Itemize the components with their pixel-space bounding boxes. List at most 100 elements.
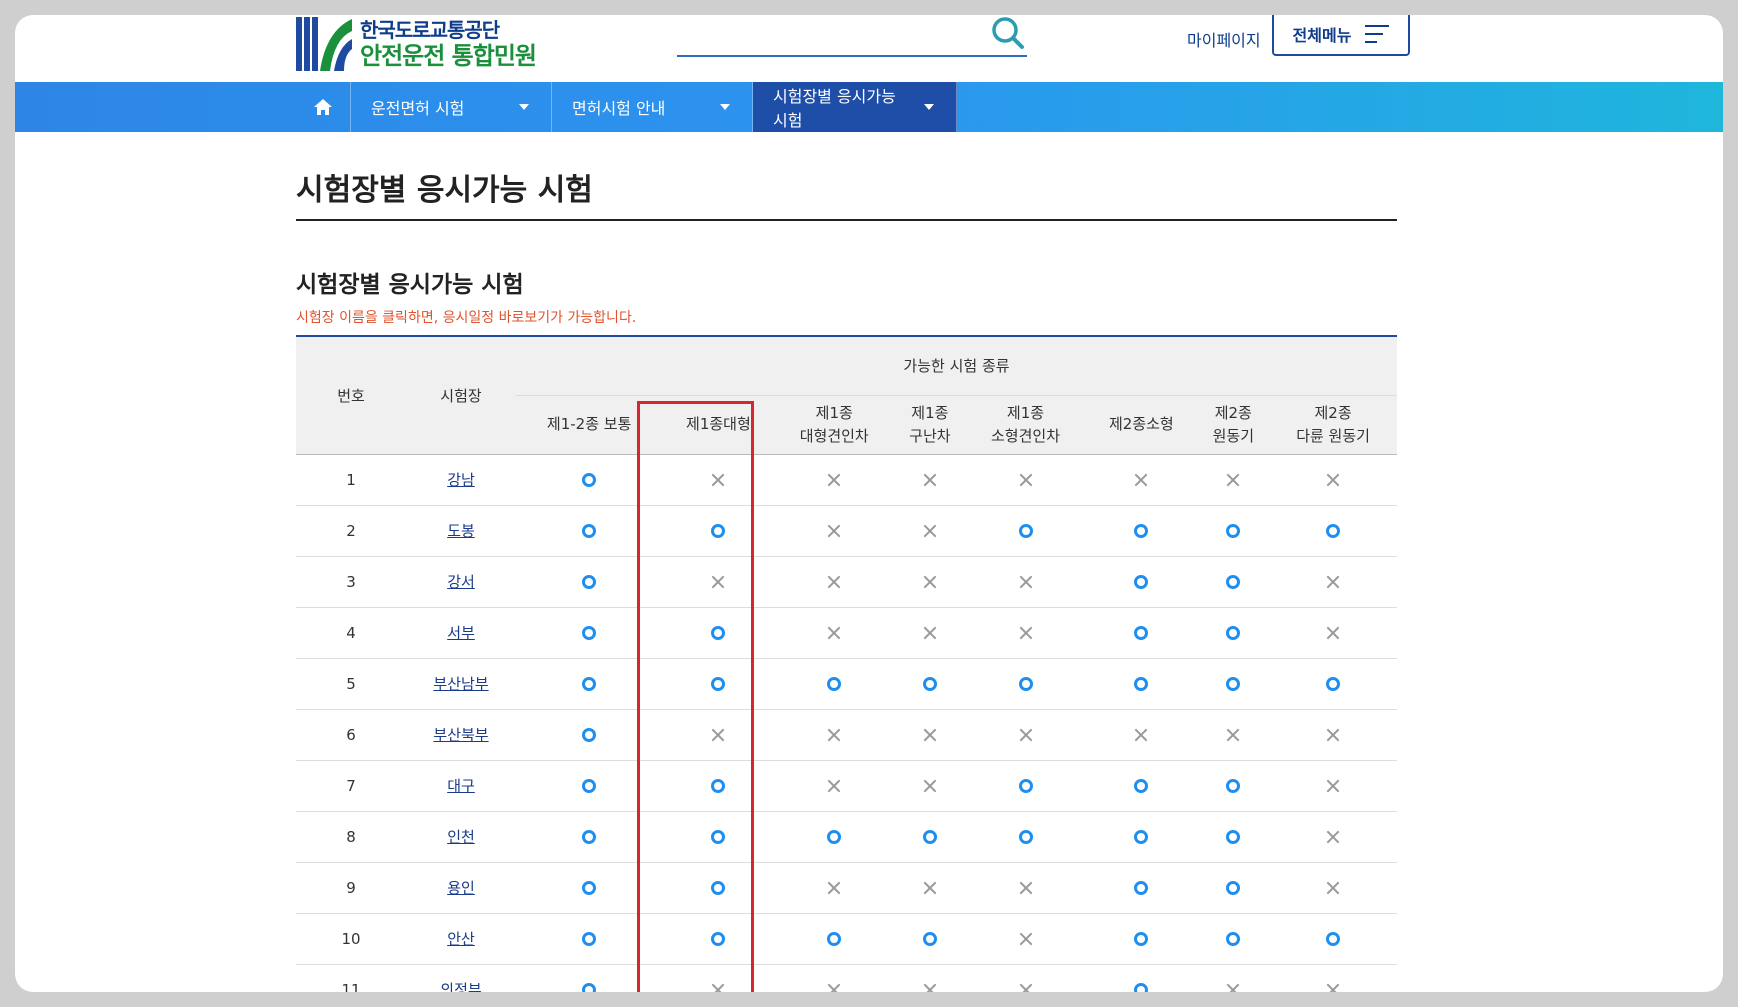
site-link[interactable]: 의정부 (440, 981, 481, 992)
nav-item-test-guide[interactable]: 면허시험 안내 (552, 82, 753, 132)
availability-cell (774, 862, 895, 914)
unavailable-x-icon (1019, 881, 1033, 895)
site-link[interactable]: 대구 (447, 777, 475, 795)
availability-cell (1269, 505, 1397, 557)
mypage-link[interactable]: 마이페이지 (1187, 27, 1261, 51)
site-link[interactable]: 인천 (447, 828, 475, 846)
site-cell: 인천 (406, 811, 516, 863)
site-cell: 부산북부 (406, 709, 516, 761)
unavailable-x-icon (1326, 830, 1340, 844)
availability-cell (516, 607, 663, 659)
available-circle-icon (1134, 983, 1149, 992)
site-link[interactable]: 도봉 (447, 522, 475, 540)
site-link[interactable]: 서부 (447, 624, 475, 642)
available-circle-icon (922, 677, 937, 691)
site-cell: 의정부 (406, 964, 516, 992)
unavailable-x-icon (711, 728, 725, 742)
nav-item-label: 면허시험 안내 (572, 99, 666, 118)
site-link[interactable]: 부산남부 (433, 675, 488, 693)
row-number: 3 (296, 556, 406, 608)
availability-cell (965, 709, 1086, 761)
available-circle-icon (582, 473, 597, 487)
main-nav: 운전면허 시험 면허시험 안내 시험장별 응시가능 시험 (15, 82, 1723, 132)
row-number: 4 (296, 607, 406, 659)
search-bar (677, 15, 1027, 57)
available-circle-icon (711, 524, 726, 538)
header-test-type: 제1종 대형견인차 (774, 394, 895, 454)
availability-cell (1269, 556, 1397, 608)
availability-cell (662, 811, 775, 863)
availability-cell (1269, 964, 1397, 992)
availability-cell (1197, 964, 1270, 992)
availability-cell (1197, 658, 1270, 710)
availability-cell (965, 607, 1086, 659)
unavailable-x-icon (711, 983, 725, 992)
availability-cell (774, 454, 895, 506)
search-icon[interactable] (989, 15, 1027, 51)
unavailable-x-icon (923, 473, 937, 487)
site-cell: 부산남부 (406, 658, 516, 710)
chevron-down-icon (519, 104, 529, 110)
site-link[interactable]: 부산북부 (433, 726, 488, 744)
site-link[interactable]: 용인 (447, 879, 475, 897)
unavailable-x-icon (1019, 575, 1033, 589)
availability-cell (516, 505, 663, 557)
availability-cell (1085, 454, 1198, 506)
availability-cell (516, 964, 663, 992)
all-menu-button[interactable]: 전체메뉴 (1272, 15, 1410, 56)
available-circle-icon (1018, 677, 1033, 691)
availability-cell (774, 556, 895, 608)
unavailable-x-icon (827, 524, 841, 538)
table-row: 11 의정부 (296, 964, 1397, 992)
available-circle-icon (1226, 626, 1241, 640)
site-link[interactable]: 안산 (447, 930, 475, 948)
availability-cell (894, 913, 966, 965)
available-circle-icon (1226, 524, 1241, 538)
nav-item-driving-test[interactable]: 운전면허 시험 (351, 82, 552, 132)
availability-cell (516, 658, 663, 710)
availability-cell (894, 811, 966, 863)
site-cell: 서부 (406, 607, 516, 659)
table-row: 5 부산남부 (296, 658, 1397, 710)
unavailable-x-icon (1226, 473, 1240, 487)
availability-cell (1197, 709, 1270, 761)
available-circle-icon (1226, 830, 1241, 844)
row-number: 7 (296, 760, 406, 812)
availability-cell (965, 811, 1086, 863)
header-num: 번호 (296, 336, 406, 454)
available-circle-icon (827, 830, 842, 844)
site-link[interactable]: 강서 (447, 573, 475, 591)
availability-cell (1085, 658, 1198, 710)
chevron-down-icon (924, 104, 934, 110)
availability-cell (1197, 760, 1270, 812)
availability-cell (1197, 607, 1270, 659)
nav-item-available-tests[interactable]: 시험장별 응시가능 시험 (753, 82, 957, 132)
search-input[interactable] (677, 15, 977, 53)
nav-home[interactable] (296, 82, 351, 132)
availability-cell (965, 658, 1086, 710)
availability-cell (1085, 913, 1198, 965)
available-circle-icon (1018, 779, 1033, 793)
chevron-down-icon (720, 104, 730, 110)
available-circle-icon (922, 830, 937, 844)
header-test-types: 가능한 시험 종류 (516, 336, 1397, 395)
unavailable-x-icon (827, 779, 841, 793)
availability-cell (774, 760, 895, 812)
availability-cell (662, 709, 775, 761)
header-test-type-line2: 구난차 (909, 426, 951, 445)
availability-cell (774, 811, 895, 863)
availability-cell (662, 607, 775, 659)
availability-cell (774, 709, 895, 761)
header-test-type-line1: 제2종 (1214, 404, 1252, 422)
availability-cell (1269, 658, 1397, 710)
availability-cell (1085, 811, 1198, 863)
availability-cell (774, 964, 895, 992)
available-circle-icon (1134, 524, 1149, 538)
site-logo[interactable]: 한국도로교통공단 안전운전 통합민원 (296, 15, 537, 73)
available-circle-icon (711, 626, 726, 640)
section-title: 시험장별 응시가능 시험 (296, 272, 524, 298)
table-row: 2 도봉 (296, 505, 1397, 557)
site-link[interactable]: 강남 (447, 471, 475, 489)
available-circle-icon (582, 626, 597, 640)
availability-cell (894, 454, 966, 506)
